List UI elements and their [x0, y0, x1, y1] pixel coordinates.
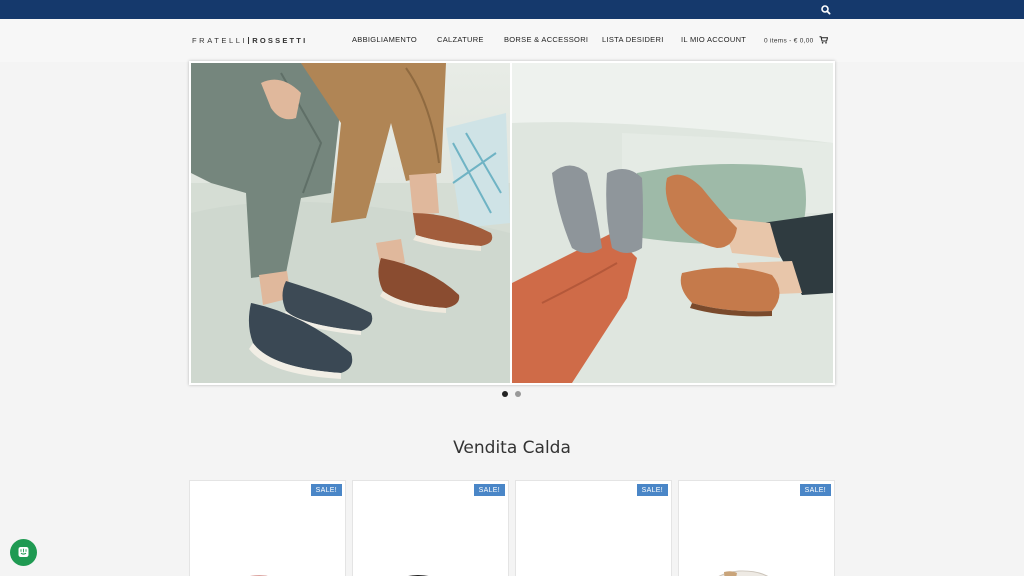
slide-image-right — [512, 63, 833, 383]
nav-item-calzature[interactable]: CALZATURE — [437, 35, 484, 44]
product-image — [718, 570, 768, 576]
chat-button[interactable] — [10, 539, 37, 566]
logo[interactable]: FRATELLI ROSSETTI — [192, 36, 307, 45]
nav-item-lista-desideri[interactable]: LISTA DESIDERI — [602, 35, 664, 44]
nav-item-mio-account[interactable]: IL MIO ACCOUNT — [681, 35, 746, 44]
product-image — [249, 575, 269, 576]
site-header: FRATELLI ROSSETTI ABBIGLIAMENTO CALZATURE… — [0, 19, 1024, 62]
hero-slider[interactable] — [189, 61, 835, 385]
top-bar — [0, 0, 1024, 19]
section-title: Vendita Calda — [453, 438, 571, 458]
logo-divider — [248, 37, 250, 44]
product-card[interactable]: SALE! — [515, 480, 672, 576]
logo-text-part1: FRATELLI — [192, 36, 248, 45]
search-icon[interactable] — [819, 3, 833, 17]
slider-dot-1[interactable] — [502, 391, 508, 397]
product-image — [536, 571, 616, 576]
product-card[interactable]: SALE! — [189, 480, 346, 576]
product-card[interactable]: SALE! — [678, 480, 835, 576]
sale-badge: SALE! — [636, 484, 668, 496]
nav-item-abbigliamento[interactable]: ABBIGLIAMENTO — [352, 35, 417, 44]
product-image — [408, 575, 429, 576]
sale-badge: SALE! — [473, 484, 505, 496]
cart-summary: 0 items - € 0,00 — [764, 37, 814, 45]
cart-link[interactable]: 0 items - € 0,00 — [764, 36, 828, 46]
logo-text-part2: ROSSETTI — [252, 36, 308, 45]
slider-dot-2[interactable] — [515, 391, 521, 397]
sale-badge: SALE! — [799, 484, 831, 496]
product-card[interactable]: SALE! — [352, 480, 509, 576]
nav-item-borse-accessori[interactable]: BORSE & ACCESSORI — [504, 35, 588, 44]
slide-image-left — [191, 63, 510, 383]
chat-icon — [18, 547, 29, 557]
cart-icon — [819, 36, 828, 46]
sale-badge: SALE! — [310, 484, 342, 496]
